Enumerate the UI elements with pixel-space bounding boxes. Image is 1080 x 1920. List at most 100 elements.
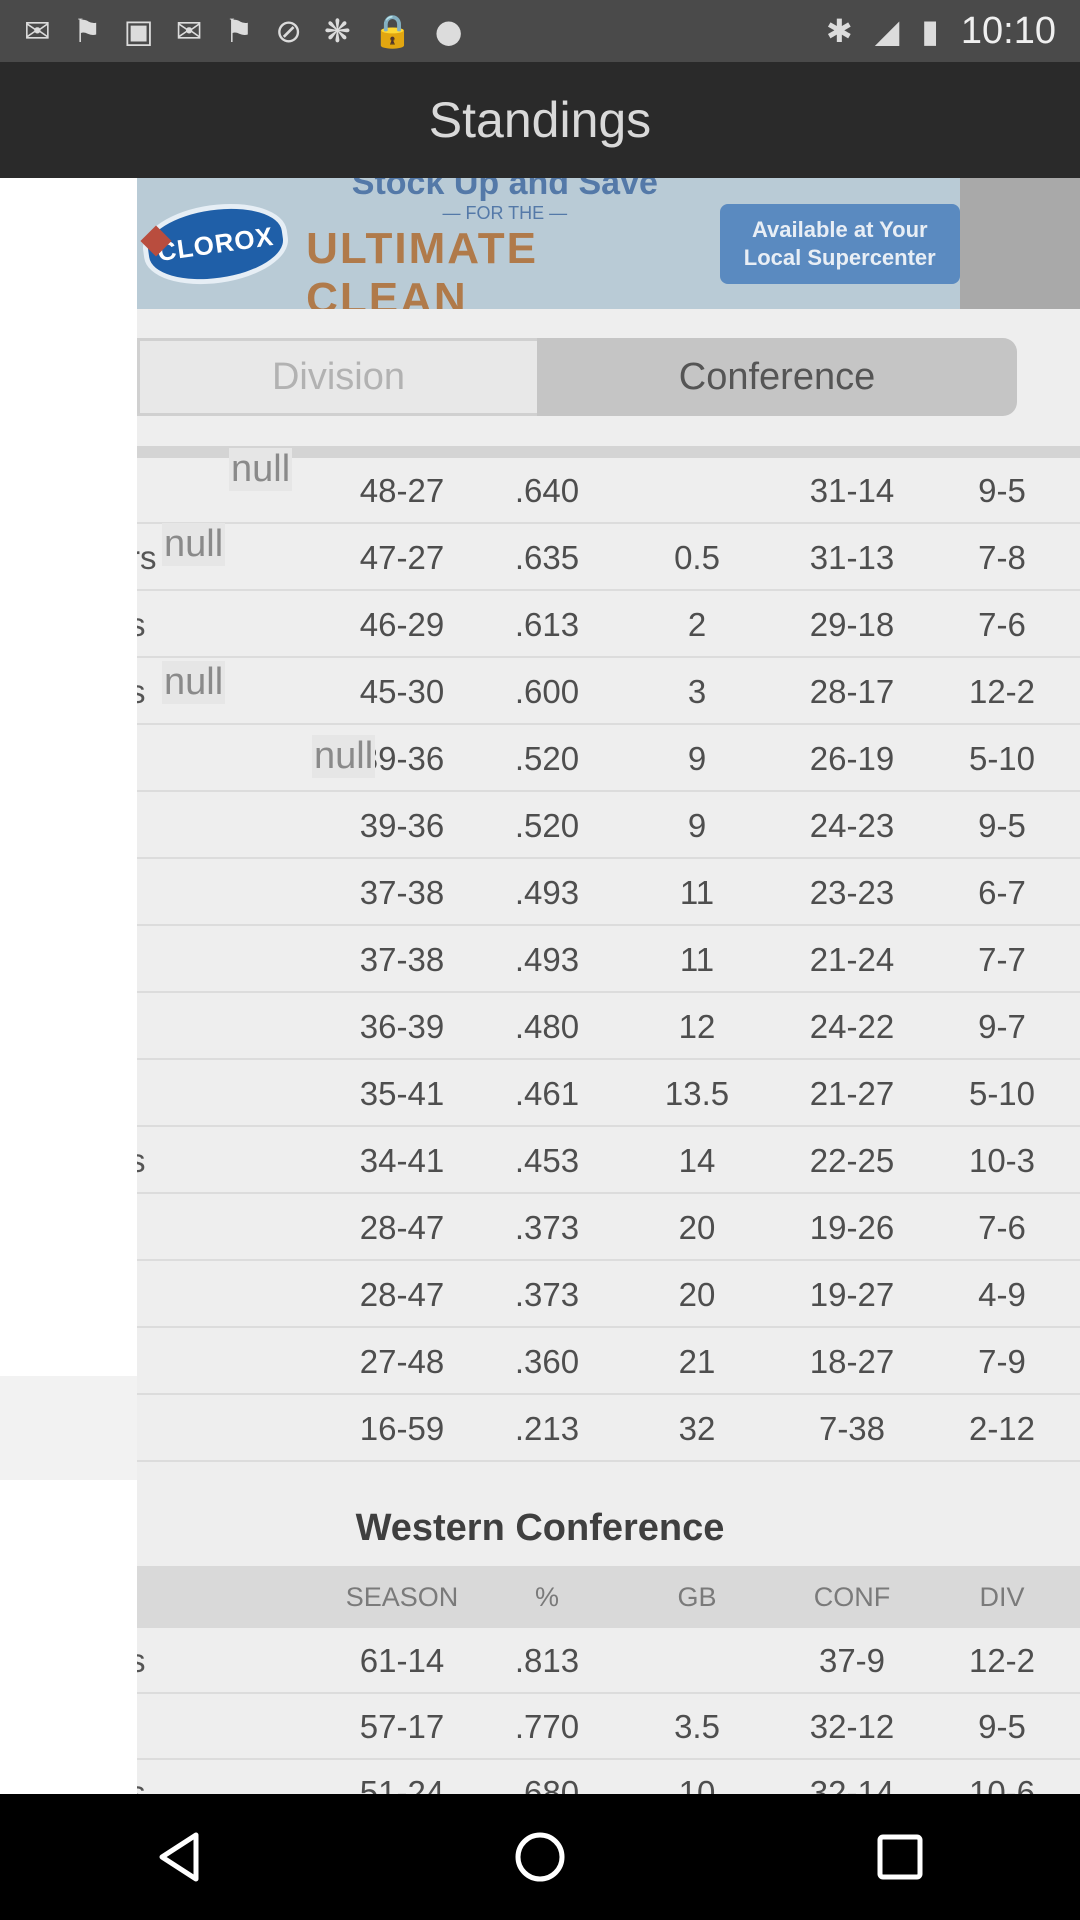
status-bar: ✉ ⚑ ▣ ✉ ⚑ ⊘ ❋ 🔒 ● ✱ ◢ ▮ 10:10: [0, 0, 1080, 62]
table-row[interactable]: 39-36 .520 9 24-23 9-5: [137, 793, 1080, 859]
conf-cell: 37-9: [818, 1642, 886, 1679]
record-cell: 28-47: [359, 1276, 445, 1313]
gb-cell: 9: [687, 807, 707, 844]
flag-icon: ⚑: [224, 12, 254, 50]
pct-cell: .813: [514, 1642, 580, 1679]
tab-conference[interactable]: Conference: [537, 338, 1017, 416]
div-cell: 12-2: [968, 1642, 1036, 1679]
ad-side-panel: [960, 178, 1080, 309]
table-row[interactable]: s 45-30.600 3 28-17 12-2: [129, 659, 1080, 725]
ad-headline: Stock Up and Save: [351, 178, 658, 202]
gb-cell: 32: [678, 1410, 716, 1447]
pct-cell: .373: [514, 1276, 580, 1313]
table-row[interactable]: rs 47-27.635 0.5 31-13 7-8: [129, 525, 1080, 591]
conf-cell: 18-27: [809, 1343, 895, 1380]
conf-cell: 22-25: [809, 1142, 895, 1179]
gb-cell: [637, 458, 757, 524]
table-row[interactable]: 28-47 .373 20 19-26 7-6: [137, 1195, 1080, 1261]
ad-cta-line2: Local Supercenter: [743, 244, 936, 270]
record-cell: 28-47: [359, 1209, 445, 1246]
pct-cell: .520: [514, 807, 580, 844]
page-title: Standings: [428, 92, 652, 148]
mail-icon: ✉: [175, 12, 203, 50]
signal-icon: ◢: [874, 12, 900, 50]
conf-cell: 29-18: [809, 606, 895, 643]
pct-cell: .461: [514, 1075, 580, 1112]
navigation-drawer[interactable]: [0, 178, 137, 1794]
conf-cell: 21-24: [809, 941, 895, 978]
ad-banner[interactable]: CLOROX Stock Up and Save — FOR THE — ULT…: [137, 178, 960, 309]
gb-cell: 14: [678, 1142, 716, 1179]
gb-cell: 2: [687, 606, 707, 643]
table-row[interactable]: s 61-14.813 37-9 12-2: [129, 1628, 1080, 1694]
table-row[interactable]: 27-48 .360 21 18-27 7-9: [137, 1329, 1080, 1395]
column-header-pct[interactable]: %: [487, 1566, 607, 1628]
conf-cell: 32-14: [809, 1774, 895, 1794]
back-icon[interactable]: [140, 1817, 220, 1897]
div-cell: 7-6: [978, 606, 1026, 643]
ad-message: Stock Up and Save — FOR THE — ULTIMATE C…: [306, 178, 703, 309]
null-label: null: [312, 735, 376, 778]
app-bar: Standings: [0, 62, 1080, 178]
gb-cell: 13.5: [664, 1075, 730, 1112]
column-header-conf[interactable]: CONF: [787, 1566, 917, 1628]
conf-cell: 31-13: [809, 539, 895, 576]
table-row[interactable]: s 34-41.453 14 22-25 10-3: [129, 1128, 1080, 1194]
pct-cell: .480: [514, 1008, 580, 1045]
div-cell: 10-6: [968, 1774, 1036, 1794]
record-cell: 35-41: [359, 1075, 445, 1112]
gb-cell: 21: [678, 1343, 716, 1380]
column-header-season[interactable]: SEASON: [337, 1566, 467, 1628]
image-icon: ▣: [123, 12, 154, 50]
ad-tagline: ULTIMATE CLEAN: [306, 223, 538, 310]
null-label: null: [162, 523, 226, 566]
null-label: null: [229, 448, 293, 491]
app-screen: ✉ ⚑ ▣ ✉ ⚑ ⊘ ❋ 🔒 ● ✱ ◢ ▮ 10:10 Standings …: [0, 0, 1080, 1920]
div-cell: 7-9: [978, 1343, 1026, 1380]
table-row[interactable]: s 51-24.680 10 32-14 10-6: [129, 1760, 1080, 1794]
record-cell: 37-38: [359, 874, 445, 911]
western-conference-title: Western Conference: [355, 1507, 725, 1549]
pct-cell: .680: [514, 1774, 580, 1794]
table-row[interactable]: 35-41 .461 13.5 21-27 5-10: [137, 1061, 1080, 1127]
div-cell: 2-12: [968, 1410, 1036, 1447]
gb-cell: 11: [679, 874, 715, 911]
record-cell: 57-17: [359, 1708, 445, 1745]
table-row[interactable]: 37-38 .493 11 23-23 6-7: [137, 860, 1080, 926]
div-cell: 7-6: [978, 1209, 1026, 1246]
home-icon[interactable]: [500, 1817, 580, 1897]
div-cell: 4-9: [978, 1276, 1026, 1313]
pct-cell: .635: [514, 539, 580, 576]
column-header-gb[interactable]: GB: [637, 1566, 757, 1628]
div-cell: 9-7: [978, 1008, 1026, 1045]
fan-icon: ❋: [324, 12, 351, 50]
div-cell: 12-2: [968, 673, 1036, 710]
bluetooth-icon: ✱: [825, 12, 853, 50]
pct-cell: .493: [514, 941, 580, 978]
table-row[interactable]: s 46-29.613 2 29-18 7-6: [129, 592, 1080, 658]
gb-cell: 11: [679, 941, 715, 978]
conf-cell: 26-19: [809, 740, 895, 777]
ad-cta-line1: Available at Your: [751, 216, 928, 242]
div-cell: 5-10: [968, 1075, 1036, 1112]
table-row[interactable]: 28-47 .373 20 19-27 4-9: [137, 1262, 1080, 1328]
drawer-selected-item[interactable]: [0, 1376, 137, 1480]
conf-cell: 24-23: [809, 807, 895, 844]
standings-content[interactable]: CLOROX Stock Up and Save — FOR THE — ULT…: [0, 178, 1080, 1794]
tab-division[interactable]: Division: [137, 338, 537, 416]
conf-cell: 21-27: [809, 1075, 895, 1112]
table-row[interactable]: 39-36.520 9 26-19 5-10: [137, 726, 1080, 792]
pct-cell: .213: [514, 1410, 580, 1447]
battery-icon: ▮: [921, 12, 939, 50]
table-row[interactable]: 37-38 .493 11 21-24 7-7: [137, 927, 1080, 993]
div-cell: 7-7: [978, 941, 1026, 978]
table-row[interactable]: 16-59 .213 32 7-38 2-12: [137, 1396, 1080, 1462]
recents-icon[interactable]: [860, 1817, 940, 1897]
table-row[interactable]: 36-39 .480 12 24-22 9-7: [137, 994, 1080, 1060]
ad-cta-button[interactable]: Available at Your Local Supercenter: [719, 203, 960, 284]
column-header-div[interactable]: DIV: [937, 1566, 1067, 1628]
table-row[interactable]: 57-17 .770 3.5 32-12 9-5: [137, 1694, 1080, 1760]
ad-subline: — FOR THE —: [442, 202, 568, 223]
gb-cell: 3: [687, 673, 707, 710]
div-cell: 10-3: [968, 1142, 1036, 1179]
